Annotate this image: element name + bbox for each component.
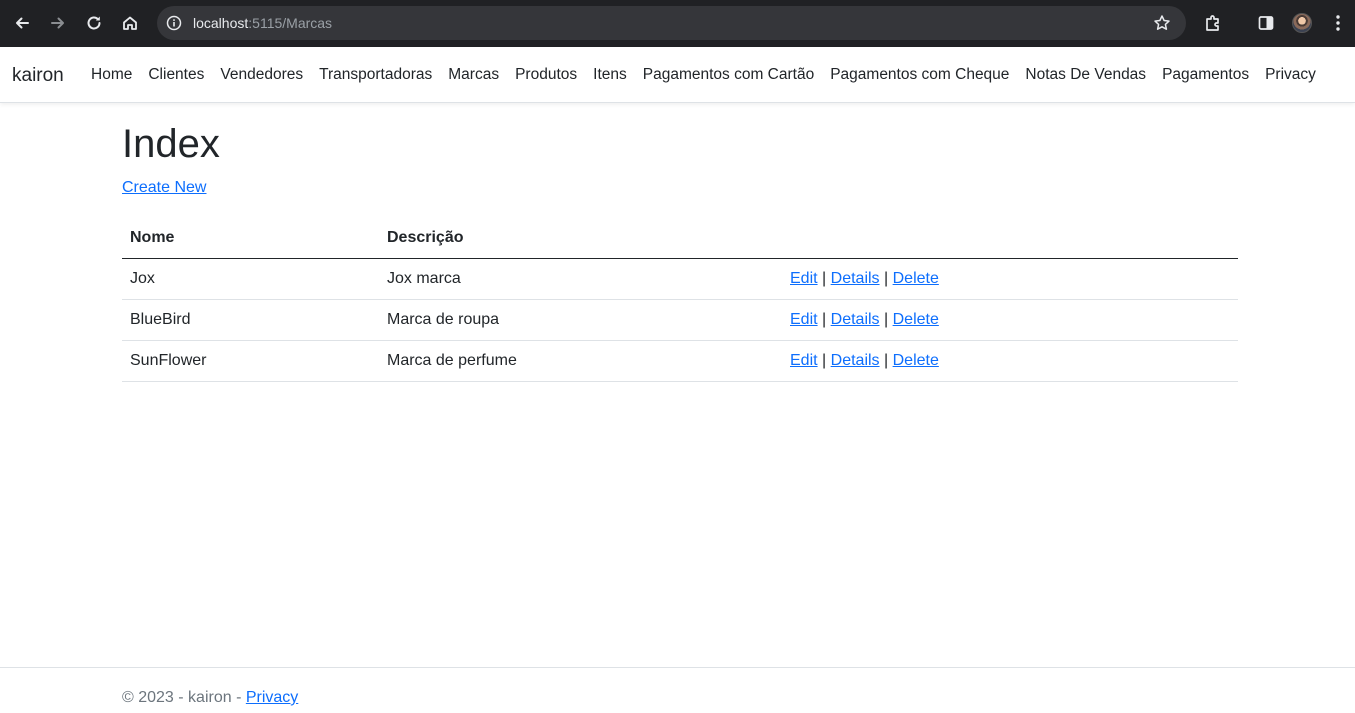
action-separator: | <box>884 269 889 287</box>
action-separator: | <box>822 269 827 287</box>
delete-link[interactable]: Delete <box>893 311 939 328</box>
action-separator: | <box>884 351 889 369</box>
navbar: kairon Home Clientes Vendedores Transpor… <box>0 47 1355 103</box>
cell-nome: Jox <box>122 258 379 300</box>
edit-link[interactable]: Edit <box>790 352 818 369</box>
forward-icon[interactable] <box>46 11 70 35</box>
reload-icon[interactable] <box>82 11 106 35</box>
cell-nome: SunFlower <box>122 340 379 382</box>
details-link[interactable]: Details <box>831 270 880 287</box>
cell-descricao: Marca de roupa <box>379 299 782 341</box>
details-link[interactable]: Details <box>831 352 880 369</box>
cell-nome: BlueBird <box>122 299 379 341</box>
nav-link-itens[interactable]: Itens <box>585 64 635 86</box>
nav-link-marcas[interactable]: Marcas <box>440 64 507 86</box>
url-host: localhost <box>193 15 249 31</box>
nav-link-pagamentos[interactable]: Pagamentos <box>1154 64 1257 86</box>
back-icon[interactable] <box>10 11 34 35</box>
nav-link-notas-de-vendas[interactable]: Notas De Vendas <box>1017 64 1154 86</box>
action-separator: | <box>822 310 827 328</box>
cell-actions: Edit | Details | Delete <box>782 340 1238 382</box>
bookmark-star-icon[interactable] <box>1152 13 1172 33</box>
footer-text: © 2023 - kairon - Privacy <box>122 688 298 708</box>
navbar-brand[interactable]: kairon <box>12 64 64 88</box>
table-row: BlueBird Marca de roupa Edit | Details |… <box>122 299 1238 341</box>
action-separator: | <box>884 310 889 328</box>
action-separator: | <box>822 351 827 369</box>
profile-avatar[interactable] <box>1292 13 1312 33</box>
column-header-actions <box>782 218 1238 259</box>
create-new-link[interactable]: Create New <box>122 178 206 198</box>
browser-toolbar: localhost:5115/Marcas <box>0 0 1355 47</box>
site-info-icon[interactable] <box>165 14 183 32</box>
main-content: Index Create New Nome Descrição Jox Jox … <box>122 120 1238 382</box>
details-link[interactable]: Details <box>831 311 880 328</box>
delete-link[interactable]: Delete <box>893 270 939 287</box>
page-title: Index <box>122 122 220 166</box>
cell-descricao: Marca de perfume <box>379 340 782 382</box>
side-panel-icon[interactable] <box>1254 11 1278 35</box>
table-row: Jox Jox marca Edit | Details | Delete <box>122 258 1238 300</box>
url-path: :5115/Marcas <box>248 15 333 31</box>
column-header-descricao: Descrição <box>379 218 782 259</box>
nav-link-transportadoras[interactable]: Transportadoras <box>311 64 440 86</box>
extensions-icon[interactable] <box>1201 11 1225 35</box>
edit-link[interactable]: Edit <box>790 311 818 328</box>
address-bar[interactable]: localhost:5115/Marcas <box>157 6 1186 40</box>
footer-copyright: © 2023 - kairon - <box>122 689 246 706</box>
cell-actions: Edit | Details | Delete <box>782 258 1238 300</box>
table-row: SunFlower Marca de perfume Edit | Detail… <box>122 340 1238 382</box>
menu-icon[interactable] <box>1326 11 1350 35</box>
column-header-nome: Nome <box>122 218 379 259</box>
footer-privacy-link[interactable]: Privacy <box>246 689 298 706</box>
edit-link[interactable]: Edit <box>790 270 818 287</box>
cell-descricao: Jox marca <box>379 258 782 300</box>
cell-actions: Edit | Details | Delete <box>782 299 1238 341</box>
marcas-table: Nome Descrição Jox Jox marca Edit | Deta… <box>122 218 1238 382</box>
nav-link-produtos[interactable]: Produtos <box>507 64 585 86</box>
nav-link-vendedores[interactable]: Vendedores <box>212 64 311 86</box>
delete-link[interactable]: Delete <box>893 352 939 369</box>
nav-link-privacy[interactable]: Privacy <box>1257 64 1324 86</box>
nav-link-pagamentos-cheque[interactable]: Pagamentos com Cheque <box>822 64 1017 86</box>
table-header-row: Nome Descrição <box>122 218 1238 259</box>
home-icon[interactable] <box>118 11 142 35</box>
footer: © 2023 - kairon - Privacy <box>0 667 1355 713</box>
nav-link-clientes[interactable]: Clientes <box>140 64 212 86</box>
nav-link-home[interactable]: Home <box>83 64 140 86</box>
url-text[interactable]: localhost:5115/Marcas <box>193 14 332 32</box>
nav-links: Home Clientes Vendedores Transportadoras… <box>83 64 1324 86</box>
nav-link-pagamentos-cartao[interactable]: Pagamentos com Cartão <box>635 64 822 86</box>
